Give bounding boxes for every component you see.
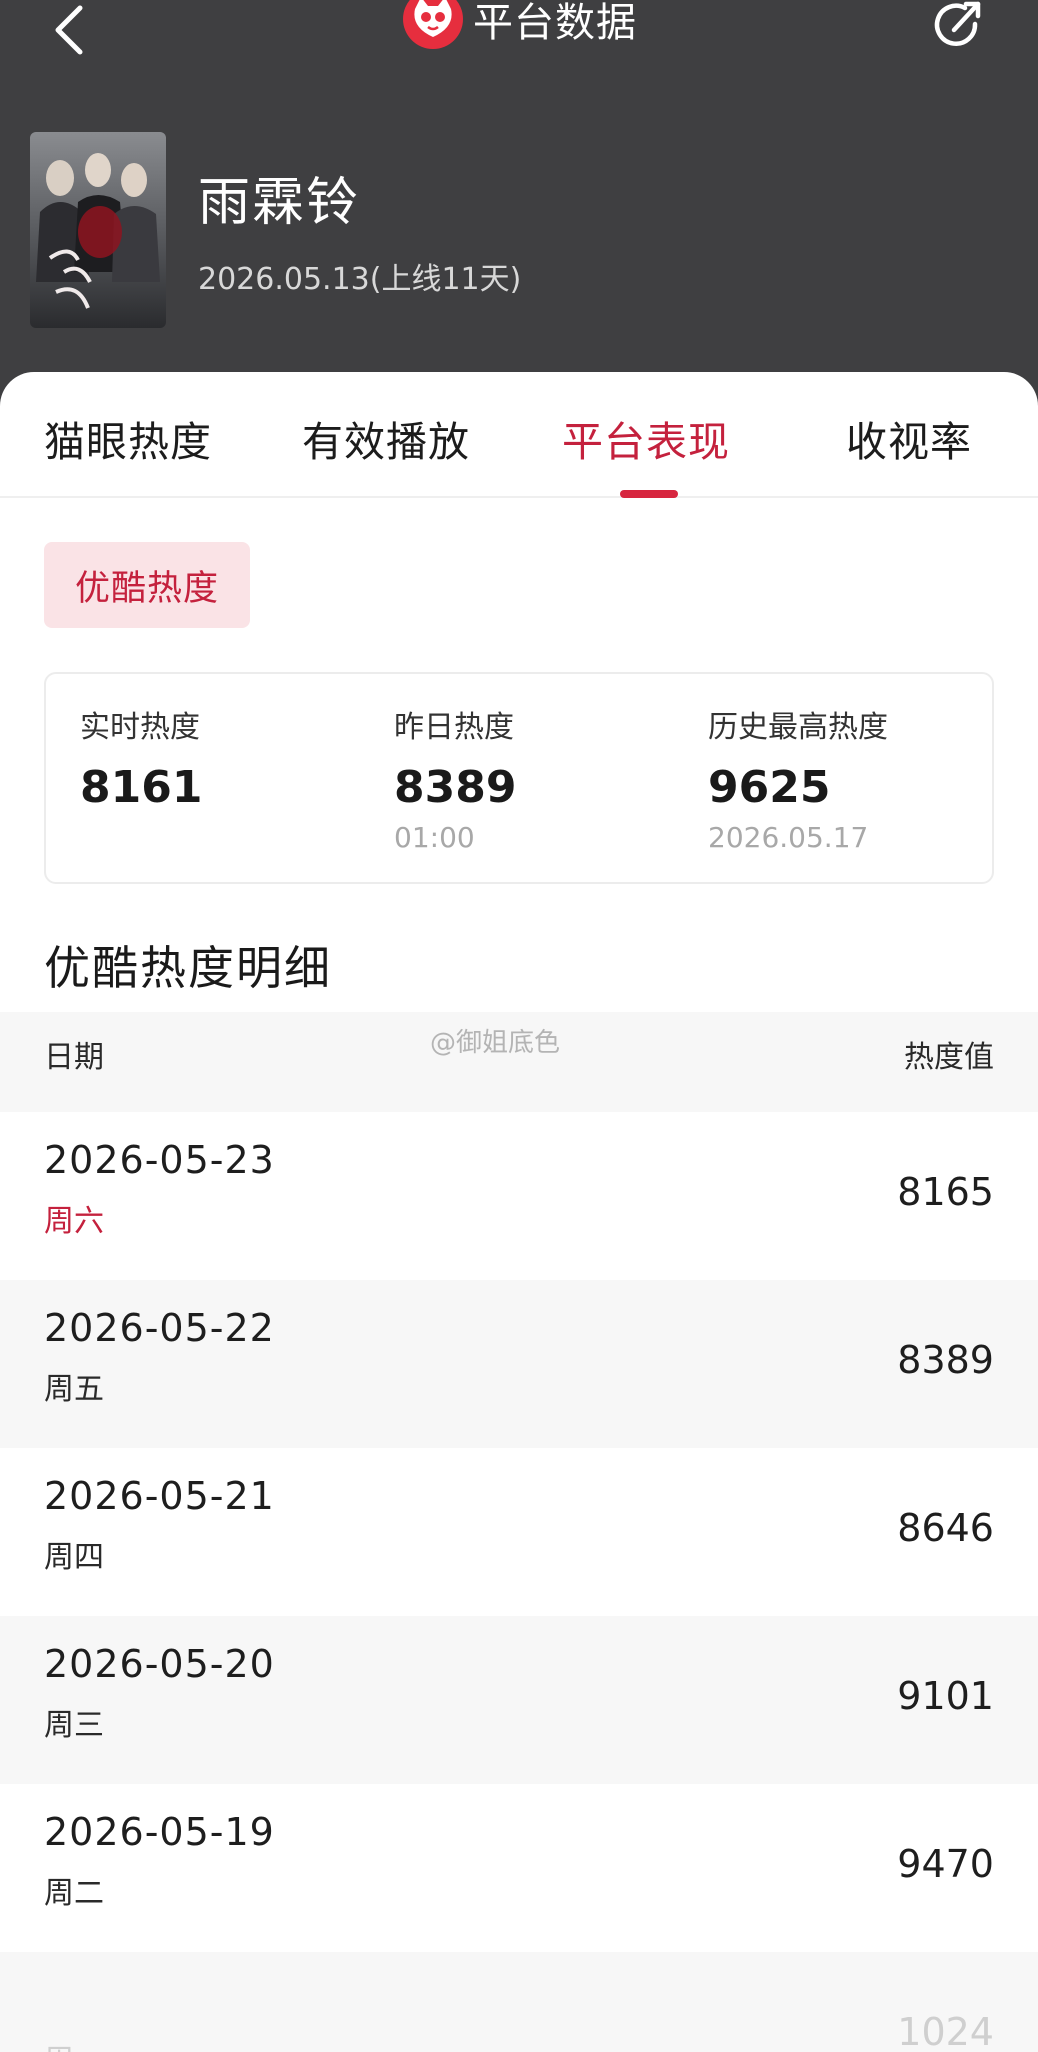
stat-label: 实时热度	[80, 710, 200, 745]
stat-realtime: 实时热度 8161	[80, 702, 202, 813]
heat-stats-card: 实时热度 8161 昨日热度 8389 01:00 历史最高热度 9625 20…	[44, 672, 994, 884]
row-value: 8389	[897, 1338, 994, 1382]
row-weekday: 周六	[44, 1204, 104, 1239]
stat-value: 8389	[394, 762, 517, 813]
stat-subtext: 2026.05.17	[708, 821, 869, 854]
content-panel: 猫眼热度 有效播放 平台表现 收视率 优酷热度 实时热度 8161 昨日热度 8…	[0, 372, 1038, 2052]
row-value: 1024	[897, 2010, 994, 2052]
stat-yesterday: 昨日热度 8389 01:00	[394, 702, 516, 854]
table-row[interactable]: 2026-05-19 周二 9470	[0, 1784, 1038, 1952]
row-weekday: 周五	[44, 1372, 104, 1407]
stat-label: 历史最高热度	[708, 710, 888, 745]
watermark: @御姐底色	[430, 1028, 561, 1058]
table-row[interactable]: 2026-05-20 周三 9101	[0, 1616, 1038, 1784]
tab-bar: 猫眼热度 有效播放 平台表现 收视率	[0, 372, 1038, 498]
cat-logo-icon	[403, 0, 463, 49]
row-value: 9101	[897, 1674, 994, 1718]
share-icon	[934, 1, 981, 46]
show-poster[interactable]	[30, 132, 166, 328]
tab-effective-plays[interactable]: 有效播放	[302, 408, 470, 468]
header-title-group: 平台数据	[0, 0, 1038, 52]
poster-image	[30, 132, 166, 328]
table-row[interactable]: 2026-05-21 周四 8646	[0, 1448, 1038, 1616]
table-row[interactable]: 2026-05-22 周五 8389	[0, 1280, 1038, 1448]
row-weekday: 周四	[44, 1540, 104, 1575]
tab-ratings[interactable]: 收视率	[846, 408, 972, 468]
column-header-value: 热度值	[904, 1040, 994, 1075]
show-title: 雨霖铃	[198, 173, 361, 233]
row-date: 2026-05-21	[44, 1474, 275, 1518]
row-value: 8165	[897, 1170, 994, 1214]
stat-value: 9625	[708, 762, 831, 813]
column-header-date: 日期	[44, 1040, 104, 1075]
page-title: 平台数据	[473, 0, 637, 46]
platform-chip-youku[interactable]: 优酷热度	[44, 542, 250, 628]
stat-subtext: 01:00	[394, 821, 475, 854]
row-weekday: 周二	[44, 1876, 104, 1911]
row-value: 9470	[897, 1842, 994, 1886]
top-bar: 平台数据	[0, 0, 1038, 60]
share-button[interactable]	[930, 0, 990, 52]
release-info: 2026.05.13(上线11天)	[198, 262, 522, 297]
table-header: 日期 @御姐底色 热度值	[0, 1012, 1038, 1112]
table-row[interactable]: 周一 1024	[0, 1952, 1038, 2052]
row-weekday: 周一	[44, 2036, 104, 2052]
row-date: 2026-05-22	[44, 1306, 275, 1350]
section-title: 优酷热度明细	[44, 941, 332, 995]
tab-platform-performance[interactable]: 平台表现	[562, 408, 730, 468]
table-row[interactable]: 2026-05-23 周六 8165	[0, 1112, 1038, 1280]
stat-peak: 历史最高热度 9625 2026.05.17	[708, 702, 888, 854]
row-date: 2026-05-20	[44, 1642, 275, 1686]
stat-value: 8161	[80, 762, 203, 813]
row-date: 2026-05-23	[44, 1138, 275, 1182]
row-value: 8646	[897, 1506, 994, 1550]
tab-maoyan-heat[interactable]: 猫眼热度	[44, 408, 212, 468]
row-date: 2026-05-19	[44, 1810, 275, 1854]
stat-label: 昨日热度	[394, 710, 514, 745]
row-weekday: 周三	[44, 1708, 104, 1743]
active-tab-indicator	[620, 490, 678, 498]
